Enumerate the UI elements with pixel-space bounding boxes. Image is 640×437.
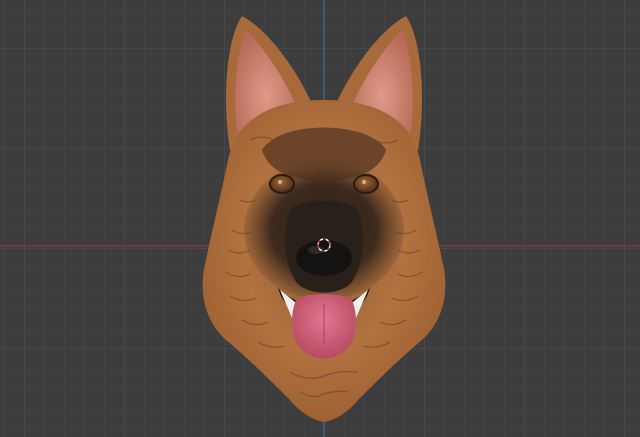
dog-head-model[interactable] <box>0 0 640 437</box>
right-eye <box>353 174 379 194</box>
left-eye <box>269 174 295 194</box>
3d-cursor-icon[interactable] <box>316 237 332 253</box>
3d-viewport[interactable] <box>0 0 640 437</box>
